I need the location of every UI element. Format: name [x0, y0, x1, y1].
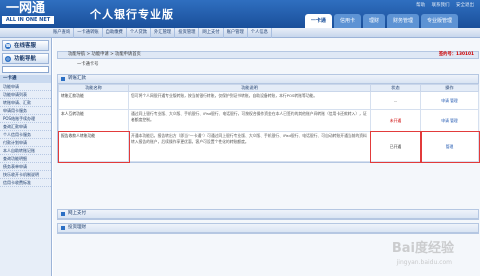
invest-section-title: 投资理财: [68, 225, 86, 230]
menu-item[interactable]: 一卡通转账: [74, 28, 103, 38]
sidebar-item[interactable]: 本人自助转账记账: [0, 147, 51, 155]
table-row: 转账汇款功能 您可将个人网银开通专业版转账，按当前银行转账，仅保护到证书转账，自…: [58, 91, 479, 110]
apply-link[interactable]: 申请: [441, 98, 449, 103]
menu-item[interactable]: 网上支付: [199, 28, 224, 38]
menu-item[interactable]: 自助缴费: [103, 28, 127, 38]
nav-header: ◎ 功能导航: [2, 53, 49, 64]
manage-link[interactable]: 管理: [446, 144, 454, 149]
ops-cell: 申请 管理: [420, 91, 479, 110]
watermark: Bai度经验: [391, 241, 454, 256]
breadcrumb: 功能导航 > 功能申请 > 功能申请首页 签约号：130101: [57, 51, 479, 59]
sidebar: ☎ 在线客服 ◎ 功能导航 一卡通 功能申请 功能申请列表 转账申请、汇款 申请…: [0, 38, 52, 276]
online-service-button[interactable]: ☎ 在线客服: [2, 40, 49, 51]
contract-value: 130101: [456, 52, 474, 57]
table-header-row: 功能名称 功能说明 状态 操作: [58, 84, 479, 92]
top-header: 一网通 ALL IN ONE NET 个人银行专业版 帮助 联系我们 安全退出 …: [0, 0, 480, 28]
function-name: 本人互转功能: [58, 109, 129, 132]
sidebar-item[interactable]: 功能申请列表: [0, 91, 51, 99]
online-service-label: 在线客服: [14, 43, 37, 49]
sidebar-item[interactable]: 功能申请: [0, 83, 51, 91]
tab-finance[interactable]: 财务管理: [386, 14, 419, 28]
logo-main-text: 一网通: [6, 0, 46, 15]
bank-logo[interactable]: 一网通 ALL IN ONE NET: [2, 1, 54, 25]
invest-section: 投资理财: [57, 223, 479, 234]
menu-item[interactable]: 账户管理: [224, 28, 248, 38]
tab-pro-admin[interactable]: 专业版管理: [420, 14, 458, 28]
tab-card[interactable]: 一卡通: [304, 14, 332, 28]
menu-item[interactable]: 个人信息: [248, 28, 272, 38]
manage-link[interactable]: 管理: [450, 98, 458, 103]
manage-link[interactable]: 管理: [450, 118, 458, 123]
section-bullet-icon: [61, 226, 65, 230]
transfer-table: 功能名称 功能说明 状态 操作 转账汇款功能 您可将个人网银开通专业版转账，按当…: [57, 84, 480, 163]
menu-item[interactable]: 投资管理: [175, 28, 200, 38]
contract-number: 签约号：130101: [439, 52, 474, 58]
transfer-section-header[interactable]: 转账汇款: [58, 75, 478, 84]
section-bullet-icon: [61, 212, 65, 216]
compass-icon: ◎: [5, 56, 11, 62]
function-status: 已开通: [369, 130, 422, 163]
sidebar-item[interactable]: 付款计划申请: [0, 139, 51, 147]
sidebar-item[interactable]: 转账申请、汇款: [0, 99, 51, 107]
function-name: 转账汇款功能: [58, 91, 129, 110]
menu-bar: 账户查询 一卡通转账 自助缴费 个人贷款 外汇管理 投资管理 网上支付 账户管理…: [0, 28, 480, 38]
function-status: --: [370, 91, 421, 110]
sidebar-item[interactable]: 查询汇款申请: [0, 123, 51, 131]
menu-item[interactable]: 个人贷款: [127, 28, 152, 38]
tab-wealth[interactable]: 理财: [362, 14, 385, 28]
function-name: 报告收款人转账功能: [57, 130, 130, 163]
nav-title: 功能导航: [14, 56, 37, 62]
function-desc: 通过同上银行专业版、大众版、手机银行、iPad银行、电话银行，可按权合操作资金在…: [128, 109, 371, 132]
sidebar-item[interactable]: 申请用卡服务: [0, 107, 51, 115]
sidebar-item[interactable]: 快乐收开卡机制说明: [0, 171, 51, 179]
menu-item[interactable]: 外汇管理: [151, 28, 176, 38]
function-status: 未开通: [370, 109, 421, 132]
nav-search-input[interactable]: [2, 66, 49, 73]
sidebar-item[interactable]: POS结账手续办理: [0, 115, 51, 123]
card-number-row: 一卡通卡号: [57, 60, 479, 70]
col-header-name: 功能名称: [58, 84, 129, 92]
col-header-status: 状态: [370, 84, 421, 92]
logout-link[interactable]: 安全退出: [456, 3, 474, 8]
transfer-section-title: 转账汇款: [68, 76, 86, 81]
chat-icon: ☎: [5, 43, 11, 49]
contract-label: 签约号：: [438, 52, 457, 57]
top-links: 帮助 联系我们 安全退出: [411, 2, 474, 8]
contact-link[interactable]: 联系我们: [432, 3, 450, 8]
invest-section-header[interactable]: 投资理财: [58, 224, 478, 233]
function-desc: 您可将个人网银开通专业版转账，按当前银行转账，仅保护到证书转账，自助设备转账，本…: [128, 91, 371, 110]
online-pay-section-header[interactable]: 网上支付: [58, 210, 478, 219]
tab-credit-card[interactable]: 信用卡: [333, 14, 361, 28]
main-tabs: 一卡通 信用卡 理财 财务管理 专业版管理: [303, 14, 458, 28]
ops-cell: 申请 管理: [420, 109, 479, 132]
transfer-section: 转账汇款 功能名称 功能说明 状态 操作 转账汇款功能 您可将个人网银开通专业版…: [57, 74, 480, 163]
sidebar-item[interactable]: 债务表单申请: [0, 163, 51, 171]
table-row: 报告收款人转账功能 开通本功能后，报告转出方（即当“一卡通”）可通过同上银行专业…: [57, 130, 480, 163]
apply-link[interactable]: 申请: [441, 118, 449, 123]
function-desc: 开通本功能后，报告转出方（即当“一卡通”）可通过同上银行专业版、大众版、手机银行…: [128, 131, 371, 162]
help-link[interactable]: 帮助: [416, 3, 425, 8]
logo-sub-text: ALL IN ONE NET: [2, 16, 54, 24]
table-row: 本人互转功能 通过同上银行专业版、大众版、手机银行、iPad银行、电话银行，可按…: [58, 109, 479, 132]
page-title: 个人银行专业版: [90, 8, 174, 21]
online-pay-section: 网上支付: [57, 209, 479, 220]
sidebar-item[interactable]: 信用卡收费标准: [0, 179, 51, 187]
ops-cell: 管理: [419, 130, 480, 163]
breadcrumb-text: 功能导航 > 功能申请 > 功能申请首页: [68, 52, 141, 57]
sidebar-category[interactable]: 一卡通: [0, 75, 51, 83]
sidebar-item[interactable]: 个人信用卡服务: [0, 131, 51, 139]
card-label: 一卡通卡号: [77, 62, 99, 67]
col-header-desc: 功能说明: [128, 84, 371, 92]
section-bullet-icon: [61, 77, 65, 81]
online-pay-section-title: 网上支付: [68, 211, 86, 216]
sidebar-item[interactable]: 查询功能明细: [0, 155, 51, 163]
menu-item[interactable]: 账户查询: [50, 28, 75, 38]
watermark-url: jingyan.baidu.com: [396, 259, 452, 266]
col-header-ops: 操作: [420, 84, 479, 92]
